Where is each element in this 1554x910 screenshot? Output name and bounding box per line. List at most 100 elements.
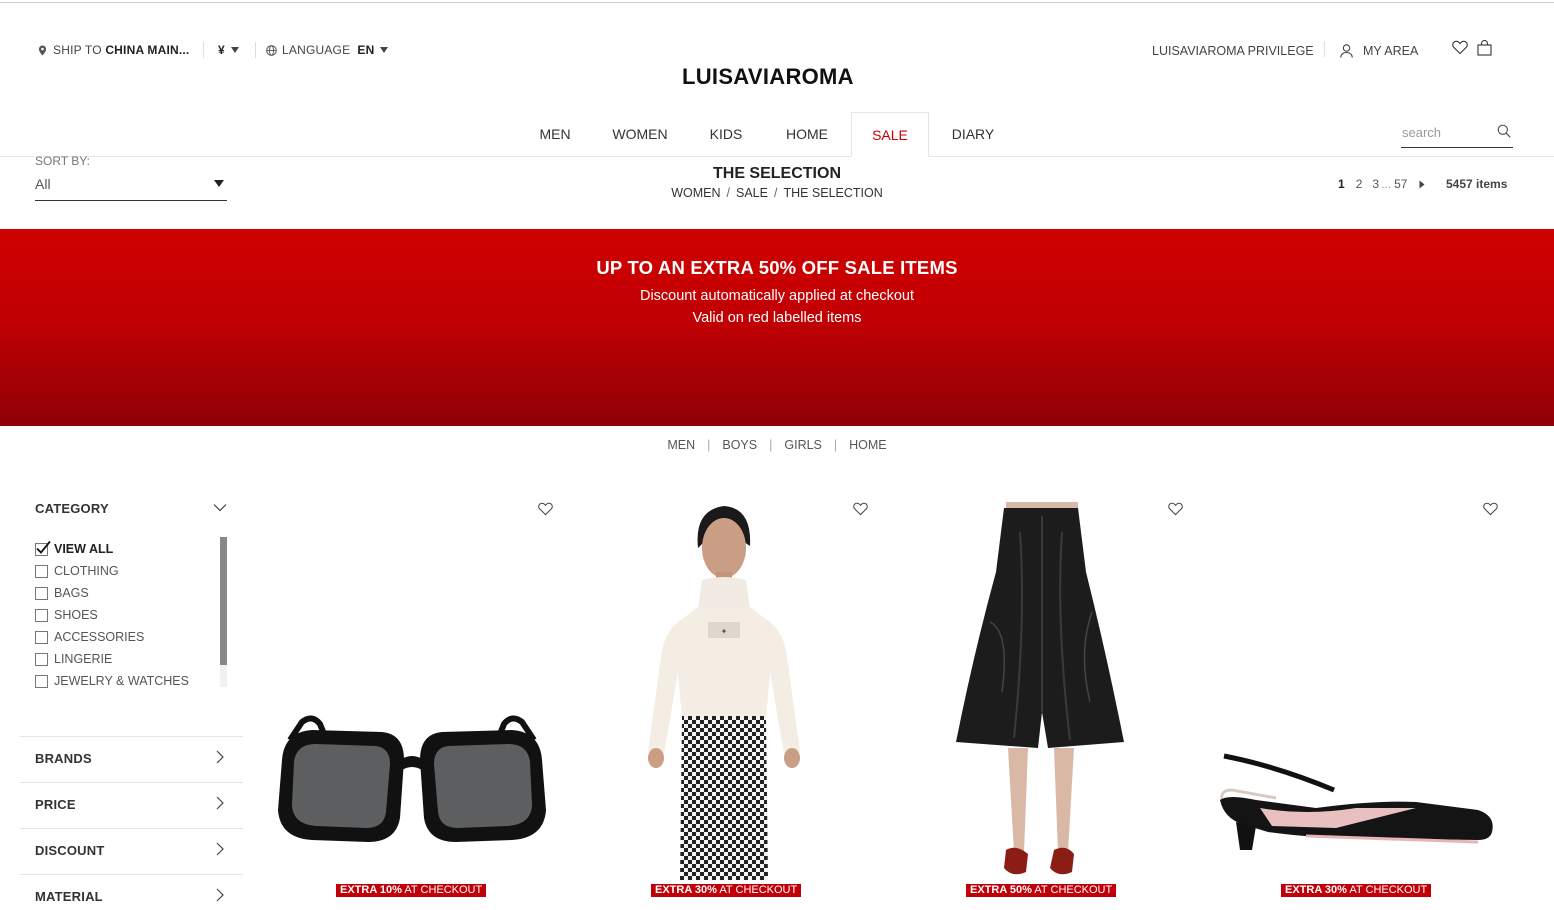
breadcrumb-current: THE SELECTION (783, 186, 883, 200)
category-option[interactable]: BAGS (35, 582, 189, 604)
subcat-men[interactable]: MEN (667, 438, 695, 452)
promo-banner[interactable]: UP TO AN EXTRA 50% OFF SALE ITEMS Discou… (0, 229, 1554, 426)
wishlist-heart-icon[interactable] (1483, 502, 1498, 516)
privilege-link[interactable]: LUISAVIAROMA PRIVILEGE (1152, 44, 1314, 58)
category-label: BAGS (54, 586, 89, 600)
search-icon[interactable] (1497, 124, 1511, 138)
category-scrollbar-thumb[interactable] (220, 537, 227, 665)
page-link[interactable]: 57 (1394, 177, 1407, 191)
filter-divider (20, 782, 243, 783)
subcat-home[interactable]: HOME (849, 438, 887, 452)
wishlist-heart-icon[interactable] (538, 502, 553, 516)
currency-value: ¥ (218, 43, 225, 57)
badge-amount: EXTRA 10% (340, 884, 402, 896)
badge-text: AT CHECKOUT (716, 884, 798, 896)
category-label: LINGERIE (54, 652, 113, 666)
page-link[interactable]: 3 (1372, 177, 1379, 191)
checkbox[interactable] (35, 630, 48, 644)
price-filter[interactable]: PRICE (35, 797, 76, 812)
product-image-slingback[interactable] (1216, 746, 1498, 856)
ship-to-value: CHINA MAIN... (105, 43, 190, 57)
checkbox[interactable] (35, 586, 48, 600)
category-filter-title[interactable]: CATEGORY (35, 501, 109, 516)
items-count: 5457 items (1446, 177, 1508, 191)
chevron-right-icon[interactable] (216, 888, 224, 902)
subcat-boys[interactable]: BOYS (722, 438, 757, 452)
search-input[interactable]: search (1401, 120, 1513, 148)
nav-item-women[interactable]: WOMEN (600, 112, 680, 157)
checkbox-checked[interactable] (35, 540, 51, 556)
badge-text: AT CHECKOUT (1346, 884, 1428, 896)
nav-item-sale[interactable]: SALE (851, 112, 929, 157)
next-page-icon[interactable] (1419, 180, 1425, 189)
site-logo[interactable]: LUISAVIAROMA (682, 64, 854, 90)
nav-item-kids[interactable]: KIDS (697, 112, 755, 157)
filter-divider (20, 828, 243, 829)
chevron-down-icon[interactable] (213, 503, 227, 512)
badge-amount: EXTRA 30% (655, 884, 717, 896)
badge-text: AT CHECKOUT (401, 884, 483, 896)
top-border (0, 2, 1554, 3)
page-link[interactable]: 2 (1356, 177, 1363, 191)
breadcrumb-sale[interactable]: SALE (736, 186, 768, 200)
breadcrumb-women[interactable]: WOMEN (671, 186, 720, 200)
checkbox[interactable] (35, 674, 48, 688)
caret-down-icon (230, 47, 239, 53)
discount-badge: EXTRA 30% AT CHECKOUT (651, 884, 802, 897)
badge-amount: EXTRA 50% (970, 884, 1032, 896)
ship-to-selector[interactable]: SHIP TO CHINA MAIN... (38, 43, 189, 57)
product-image-sunglasses[interactable] (272, 700, 552, 850)
shopping-bag-icon[interactable] (1477, 40, 1492, 56)
discount-filter[interactable]: DISCOUNT (35, 843, 105, 858)
nav-divider (0, 156, 1554, 157)
my-area-link[interactable]: MY AREA (1340, 44, 1418, 58)
checkbox[interactable] (35, 608, 48, 622)
subcat-girls[interactable]: GIRLS (784, 438, 822, 452)
chevron-right-icon[interactable] (216, 842, 224, 856)
banner-line-2: Valid on red labelled items (692, 310, 862, 326)
badge-text: AT CHECKOUT (1031, 884, 1113, 896)
wishlist-heart-icon[interactable] (1452, 40, 1468, 55)
product-image-sweater-pants[interactable]: ✦ (640, 500, 810, 880)
user-icon (1340, 44, 1353, 58)
nav-item-home[interactable]: HOME (774, 112, 840, 157)
nav-item-diary[interactable]: DIARY (940, 112, 1006, 157)
main-nav: MEN WOMEN KIDS HOME SALE DIARY (0, 112, 1554, 157)
caret-down-icon (380, 47, 389, 53)
category-option[interactable]: CLOTHING (35, 560, 189, 582)
wishlist-heart-icon[interactable] (1168, 502, 1183, 516)
search-placeholder: search (1402, 125, 1442, 140)
material-filter[interactable]: MATERIAL (35, 889, 103, 904)
category-option[interactable]: LINGERIE (35, 648, 189, 670)
wishlist-heart-icon[interactable] (853, 502, 868, 516)
language-value: EN (357, 43, 375, 57)
nav-item-men[interactable]: MEN (525, 112, 585, 157)
category-option[interactable]: SHOES (35, 604, 189, 626)
svg-text:✦: ✦ (721, 627, 728, 636)
brands-filter[interactable]: BRANDS (35, 751, 92, 766)
category-label: VIEW ALL (54, 542, 114, 556)
banner-line-1: Discount automatically applied at checko… (639, 288, 915, 304)
chevron-right-icon[interactable] (216, 796, 224, 810)
language-selector[interactable]: LANGUAGE EN (266, 43, 389, 57)
banner-headline: UP TO AN EXTRA 50% OFF SALE ITEMS (596, 257, 958, 278)
subcategory-links: MEN | BOYS | GIRLS | HOME (667, 438, 887, 452)
breadcrumb: WOMEN / SALE / THE SELECTION (671, 186, 883, 200)
divider (255, 42, 256, 58)
page-current[interactable]: 1 (1338, 177, 1345, 191)
chevron-right-icon[interactable] (216, 750, 224, 764)
category-label: SHOES (54, 608, 98, 622)
divider (203, 42, 204, 58)
category-option[interactable]: JEWELRY & WATCHES (35, 670, 189, 692)
checkbox[interactable] (35, 564, 48, 578)
category-label: CLOTHING (54, 564, 119, 578)
divider (1324, 41, 1325, 57)
product-image-leather-skirt[interactable] (950, 502, 1130, 880)
category-option[interactable]: VIEW ALL (35, 538, 189, 560)
page-title: THE SELECTION (712, 165, 841, 182)
page-ellipsis: ... (1381, 177, 1392, 191)
currency-selector[interactable]: ¥ (218, 43, 239, 57)
checkbox[interactable] (35, 652, 48, 666)
category-option[interactable]: ACCESSORIES (35, 626, 189, 648)
category-label: JEWELRY & WATCHES (54, 674, 189, 688)
